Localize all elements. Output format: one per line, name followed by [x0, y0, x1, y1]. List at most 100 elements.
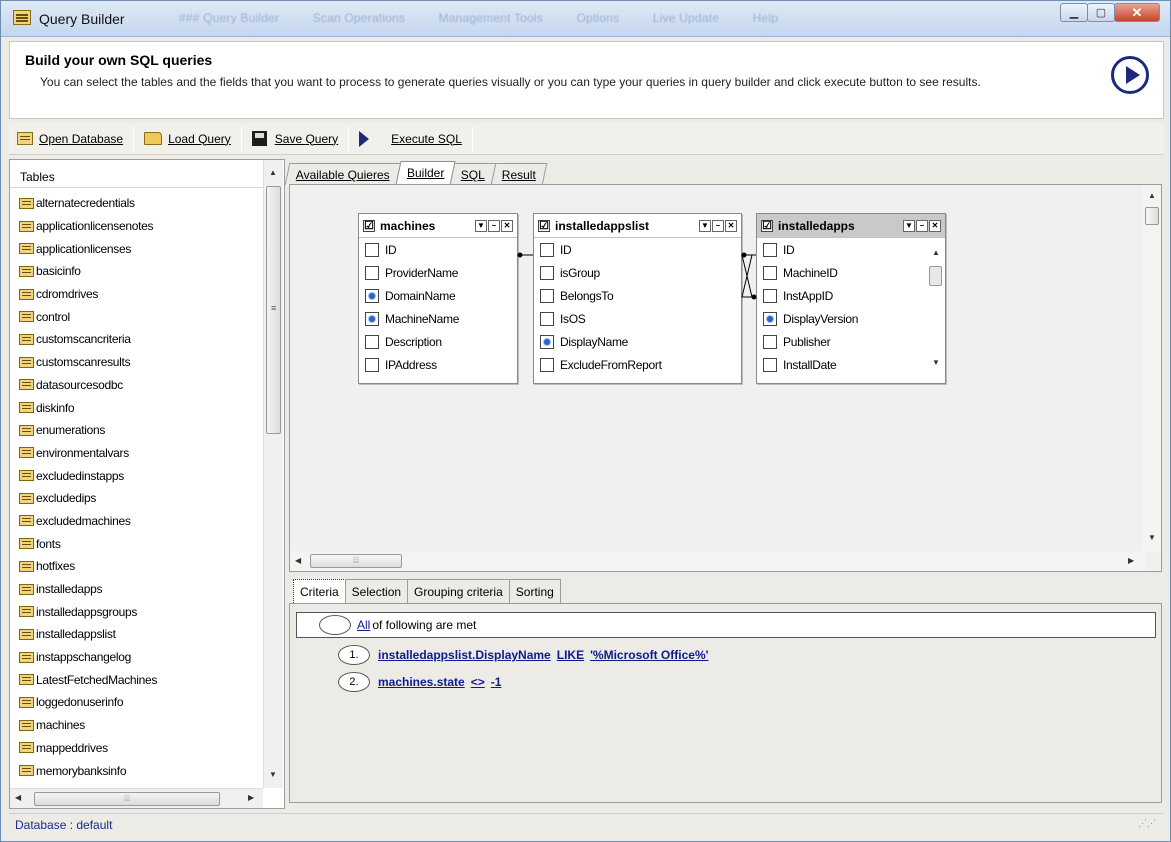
canvas-vscroll-thumb[interactable]	[1145, 207, 1159, 225]
field-checkbox[interactable]	[365, 265, 379, 280]
tables-horizontal-scrollbar[interactable]: ◀ ⦙⦙⦙ ▶	[10, 788, 263, 808]
table-field-row[interactable]: IPAddress	[359, 353, 517, 376]
table-field-row[interactable]: IsOS	[534, 307, 741, 330]
field-checkbox[interactable]	[763, 334, 777, 349]
criteria-value-link[interactable]: -1	[491, 675, 502, 689]
tab-selection[interactable]: Selection	[344, 579, 409, 603]
tab-sorting[interactable]: Sorting	[508, 579, 561, 603]
field-checkbox[interactable]	[763, 265, 777, 280]
field-checkbox[interactable]	[763, 357, 777, 372]
table-list-item[interactable]: control	[19, 305, 264, 328]
tab-sql[interactable]: SQL	[449, 163, 497, 185]
scroll-up-arrow-icon[interactable]: ▲	[1148, 191, 1156, 200]
scroll-up-arrow-icon[interactable]: ▲	[932, 248, 940, 257]
canvas-horizontal-scrollbar[interactable]: ◀ ⦙⦙⦙ ▶	[290, 551, 1145, 571]
scroll-down-arrow-icon[interactable]: ▼	[1148, 533, 1156, 542]
builder-canvas[interactable]: ☑ machines ▼ – ✕ ID ProviderName DomainName Mach…	[289, 184, 1162, 572]
scroll-down-arrow-icon[interactable]: ▼	[269, 770, 277, 779]
scroll-down-arrow-icon[interactable]: ▼	[932, 358, 940, 367]
table-field-row[interactable]: ID	[534, 238, 741, 261]
criteria-row-number[interactable]: 1.	[338, 645, 370, 665]
table-list-item[interactable]: customscanresults	[19, 351, 264, 374]
tab-builder[interactable]: Builder	[395, 161, 456, 185]
close-icon[interactable]: ✕	[929, 219, 941, 232]
table-list-item[interactable]: customscancriteria	[19, 328, 264, 351]
table-list-item[interactable]: installedappsgroups	[19, 600, 264, 623]
table-field-row[interactable]: ProviderName	[359, 261, 517, 284]
field-checkbox[interactable]	[365, 242, 379, 257]
table-field-row[interactable]: ExcludeFromReport	[534, 353, 741, 376]
table-field-row[interactable]: Publisher	[757, 330, 945, 353]
canvas-hscroll-thumb[interactable]: ⦙⦙⦙	[310, 554, 402, 568]
table-box-installedappslist[interactable]: ☑ installedappslist ▼ – ✕ ID isGroup BelongsTo I…	[533, 213, 742, 384]
table-list-item[interactable]: fonts	[19, 532, 264, 555]
field-checkbox[interactable]	[540, 242, 554, 257]
table-field-row[interactable]: DomainName	[359, 284, 517, 307]
minimize-icon[interactable]: –	[916, 219, 928, 232]
table-field-row[interactable]: ID	[757, 238, 945, 261]
table-field-row[interactable]: isGroup	[534, 261, 741, 284]
tab-result[interactable]: Result	[490, 163, 548, 185]
table-list-item[interactable]: memorybanksinfo	[19, 759, 264, 782]
execute-circle-icon[interactable]	[1111, 56, 1149, 94]
table-list-item[interactable]: hotfixes	[19, 555, 264, 578]
table-list-item[interactable]: alternatecredentials	[19, 192, 264, 215]
table-box-machines[interactable]: ☑ machines ▼ – ✕ ID ProviderName DomainName Mach…	[358, 213, 518, 384]
scroll-right-arrow-icon[interactable]: ▶	[1128, 556, 1134, 565]
field-checkbox[interactable]	[763, 311, 777, 326]
table-select-checkbox[interactable]: ☑	[538, 219, 550, 232]
criteria-field-link[interactable]: machines.state	[378, 675, 465, 689]
field-checkbox[interactable]	[365, 357, 379, 372]
field-checkbox[interactable]	[540, 265, 554, 280]
scroll-right-arrow-icon[interactable]: ▶	[248, 793, 254, 802]
field-checkbox[interactable]	[763, 242, 777, 257]
close-icon[interactable]: ✕	[725, 219, 737, 232]
tables-vertical-scrollbar[interactable]: ▲ ≡ ▼	[263, 160, 283, 788]
field-checkbox[interactable]	[365, 288, 379, 303]
table-list-item[interactable]: mappeddrives	[19, 737, 264, 760]
table-list-item[interactable]: instappschangelog	[19, 646, 264, 669]
table-field-row[interactable]: InstallDate	[757, 353, 945, 376]
open-database-button[interactable]: Open Database	[9, 126, 131, 152]
table-field-row[interactable]: MachineName	[359, 307, 517, 330]
field-checkbox[interactable]	[763, 288, 777, 303]
field-checkbox[interactable]	[365, 334, 379, 349]
criteria-root-toggle[interactable]	[319, 615, 351, 635]
table-list-item[interactable]: machines	[19, 714, 264, 737]
table-field-row[interactable]: InstAppID	[757, 284, 945, 307]
close-button[interactable]: ✕	[1114, 3, 1160, 22]
field-list-scrollbar[interactable]: ▲ ▼	[929, 242, 943, 375]
criteria-operator-link[interactable]: LIKE	[557, 648, 584, 662]
table-list-item[interactable]: excludedmachines	[19, 510, 264, 533]
criteria-field-link[interactable]: installedappslist.DisplayName	[378, 648, 551, 662]
tables-scroll-thumb[interactable]: ≡	[266, 186, 281, 434]
close-icon[interactable]: ✕	[501, 219, 513, 232]
dropdown-icon[interactable]: ▼	[475, 219, 487, 232]
criteria-value-link[interactable]: '%Microsoft Office%'	[590, 648, 708, 662]
table-box-header[interactable]: ☑ machines ▼ – ✕	[359, 214, 517, 238]
table-list-item[interactable]: applicationlicensenotes	[19, 215, 264, 238]
table-list-item[interactable]: diskinfo	[19, 396, 264, 419]
field-checkbox[interactable]	[540, 334, 554, 349]
field-checkbox[interactable]	[365, 311, 379, 326]
field-checkbox[interactable]	[540, 357, 554, 372]
maximize-button[interactable]: ▢	[1087, 3, 1115, 22]
canvas-vertical-scrollbar[interactable]: ▲ ▼	[1143, 185, 1161, 551]
scroll-up-arrow-icon[interactable]: ▲	[269, 168, 277, 177]
table-list-item[interactable]: loggedonuserinfo	[19, 691, 264, 714]
tab-grouping-criteria[interactable]: Grouping criteria	[407, 579, 510, 603]
load-query-button[interactable]: Load Query	[136, 126, 239, 152]
table-field-row[interactable]: BelongsTo	[534, 284, 741, 307]
criteria-all-link[interactable]: All	[357, 618, 370, 632]
table-list-item[interactable]: installedappslist	[19, 623, 264, 646]
table-list-item[interactable]: enumerations	[19, 419, 264, 442]
table-field-row[interactable]: Description	[359, 330, 517, 353]
table-list-item[interactable]: excludedinstapps	[19, 464, 264, 487]
table-box-header[interactable]: ☑ installedappslist ▼ – ✕	[534, 214, 741, 238]
dropdown-icon[interactable]: ▼	[903, 219, 915, 232]
save-query-button[interactable]: Save Query	[244, 126, 346, 152]
table-list-item[interactable]: LatestFetchedMachines	[19, 668, 264, 691]
minimize-button[interactable]: ▁	[1060, 3, 1088, 22]
scroll-left-arrow-icon[interactable]: ◀	[295, 556, 301, 565]
table-list-item[interactable]: excludedips	[19, 487, 264, 510]
